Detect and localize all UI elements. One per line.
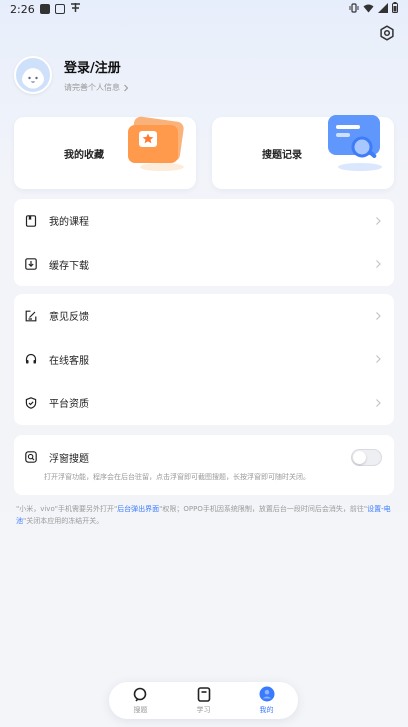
- nav-tab-search[interactable]: 搜题: [116, 686, 166, 715]
- profile-icon: [259, 686, 275, 702]
- floating-search-label: 浮窗搜题: [49, 453, 89, 465]
- status-time: 2:26: [10, 2, 35, 16]
- note-text-2: "权限；OPPO手机因系统限制，放置后台一段时间后会消失，前往": [159, 505, 368, 513]
- folder-star-icon: [128, 116, 184, 171]
- download-icon: [25, 258, 37, 271]
- wifi-icon: [363, 3, 374, 16]
- vibrate-icon: [349, 2, 359, 16]
- chevron-right-icon: [376, 398, 381, 407]
- nav-tab-mine[interactable]: 我的: [242, 686, 292, 715]
- note-text-3: "关闭本应用的冻结开关。: [23, 516, 104, 525]
- note-link-background-popup[interactable]: 后台弹出界面: [117, 505, 159, 513]
- bookmark-book-icon: [25, 214, 37, 227]
- note-text-1: "小米，vivo"手机需要另外打开": [16, 505, 118, 513]
- menu-item-cache-download[interactable]: 缓存下载: [14, 243, 394, 287]
- favorites-card[interactable]: 我的收藏: [14, 116, 196, 189]
- floating-search-card: 浮窗搜题 打开浮窗功能，程序会在后台驻留，点击浮窗即可截图搜题，长按浮窗即可随时…: [14, 435, 394, 495]
- floating-search-description: 打开浮窗功能，程序会在后台驻留，点击浮窗即可截图搜题，长按浮窗即可随时关闭。: [44, 473, 310, 481]
- menu-item-label: 意见反馈: [49, 312, 89, 324]
- profile-subtitle[interactable]: 请完善个人信息: [64, 82, 129, 93]
- book-icon: [196, 686, 212, 702]
- menu-item-online-service[interactable]: 在线客服: [14, 338, 394, 382]
- toggle-knob: [353, 450, 366, 464]
- search-records-card[interactable]: 搜题记录: [212, 115, 394, 189]
- notification-icon: [39, 4, 50, 14]
- menu-item-label: 在线客服: [49, 355, 89, 367]
- settings-button[interactable]: [378, 24, 396, 42]
- chevron-right-icon: [376, 311, 381, 320]
- battery-icon: [392, 2, 398, 16]
- chevron-right-icon: [376, 355, 381, 364]
- menu-item-label: 缓存下载: [49, 260, 89, 272]
- headset-icon: [25, 353, 37, 365]
- notification-icon-2: [54, 4, 65, 14]
- menu-group-support: 意见反馈 在线客服 平台资质: [14, 294, 394, 425]
- floating-search-toggle[interactable]: [351, 448, 382, 466]
- search-record-icon: [328, 115, 382, 171]
- nav-tab-study[interactable]: 学习: [179, 686, 229, 715]
- permission-note: "小米，vivo"手机需要另外打开"后台弹出界面"权限；OPPO手机因系统限制，…: [16, 504, 396, 527]
- menu-group-learning: 我的课程 缓存下载: [14, 199, 394, 286]
- menu-item-my-courses[interactable]: 我的课程: [14, 199, 394, 243]
- mascot-icon: [22, 70, 44, 88]
- profile-subtitle-text: 请完善个人信息: [64, 83, 120, 92]
- nav-label: 学习: [196, 706, 211, 714]
- chevron-right-icon: [376, 216, 381, 225]
- search-records-label: 搜题记录: [262, 150, 302, 161]
- floating-search-icon: [25, 451, 37, 463]
- chevron-right-icon: [376, 260, 381, 269]
- nav-label: 搜题: [133, 706, 148, 714]
- menu-item-label: 我的课程: [49, 217, 89, 229]
- shield-icon: [25, 396, 37, 409]
- signal-icon: [378, 2, 388, 16]
- status-bar: 2:26: [0, 0, 408, 18]
- gear-icon: [380, 25, 394, 41]
- avatar[interactable]: [14, 56, 52, 94]
- menu-item-label: 平台资质: [49, 399, 89, 411]
- favorites-label: 我的收藏: [64, 150, 104, 161]
- menu-item-feedback[interactable]: 意见反馈: [14, 294, 394, 338]
- profile-header[interactable]: 登录/注册 请完善个人信息: [14, 56, 129, 94]
- chevron-right-icon: [124, 84, 129, 91]
- login-register-title[interactable]: 登录/注册: [64, 57, 129, 76]
- app-notification-icon: [70, 2, 81, 16]
- search-chat-icon: [133, 686, 149, 702]
- nav-label: 我的: [259, 706, 274, 714]
- menu-item-platform-qualification[interactable]: 平台资质: [14, 381, 394, 425]
- edit-note-icon: [25, 310, 37, 322]
- bottom-navigation: 搜题 学习 我的: [109, 682, 298, 719]
